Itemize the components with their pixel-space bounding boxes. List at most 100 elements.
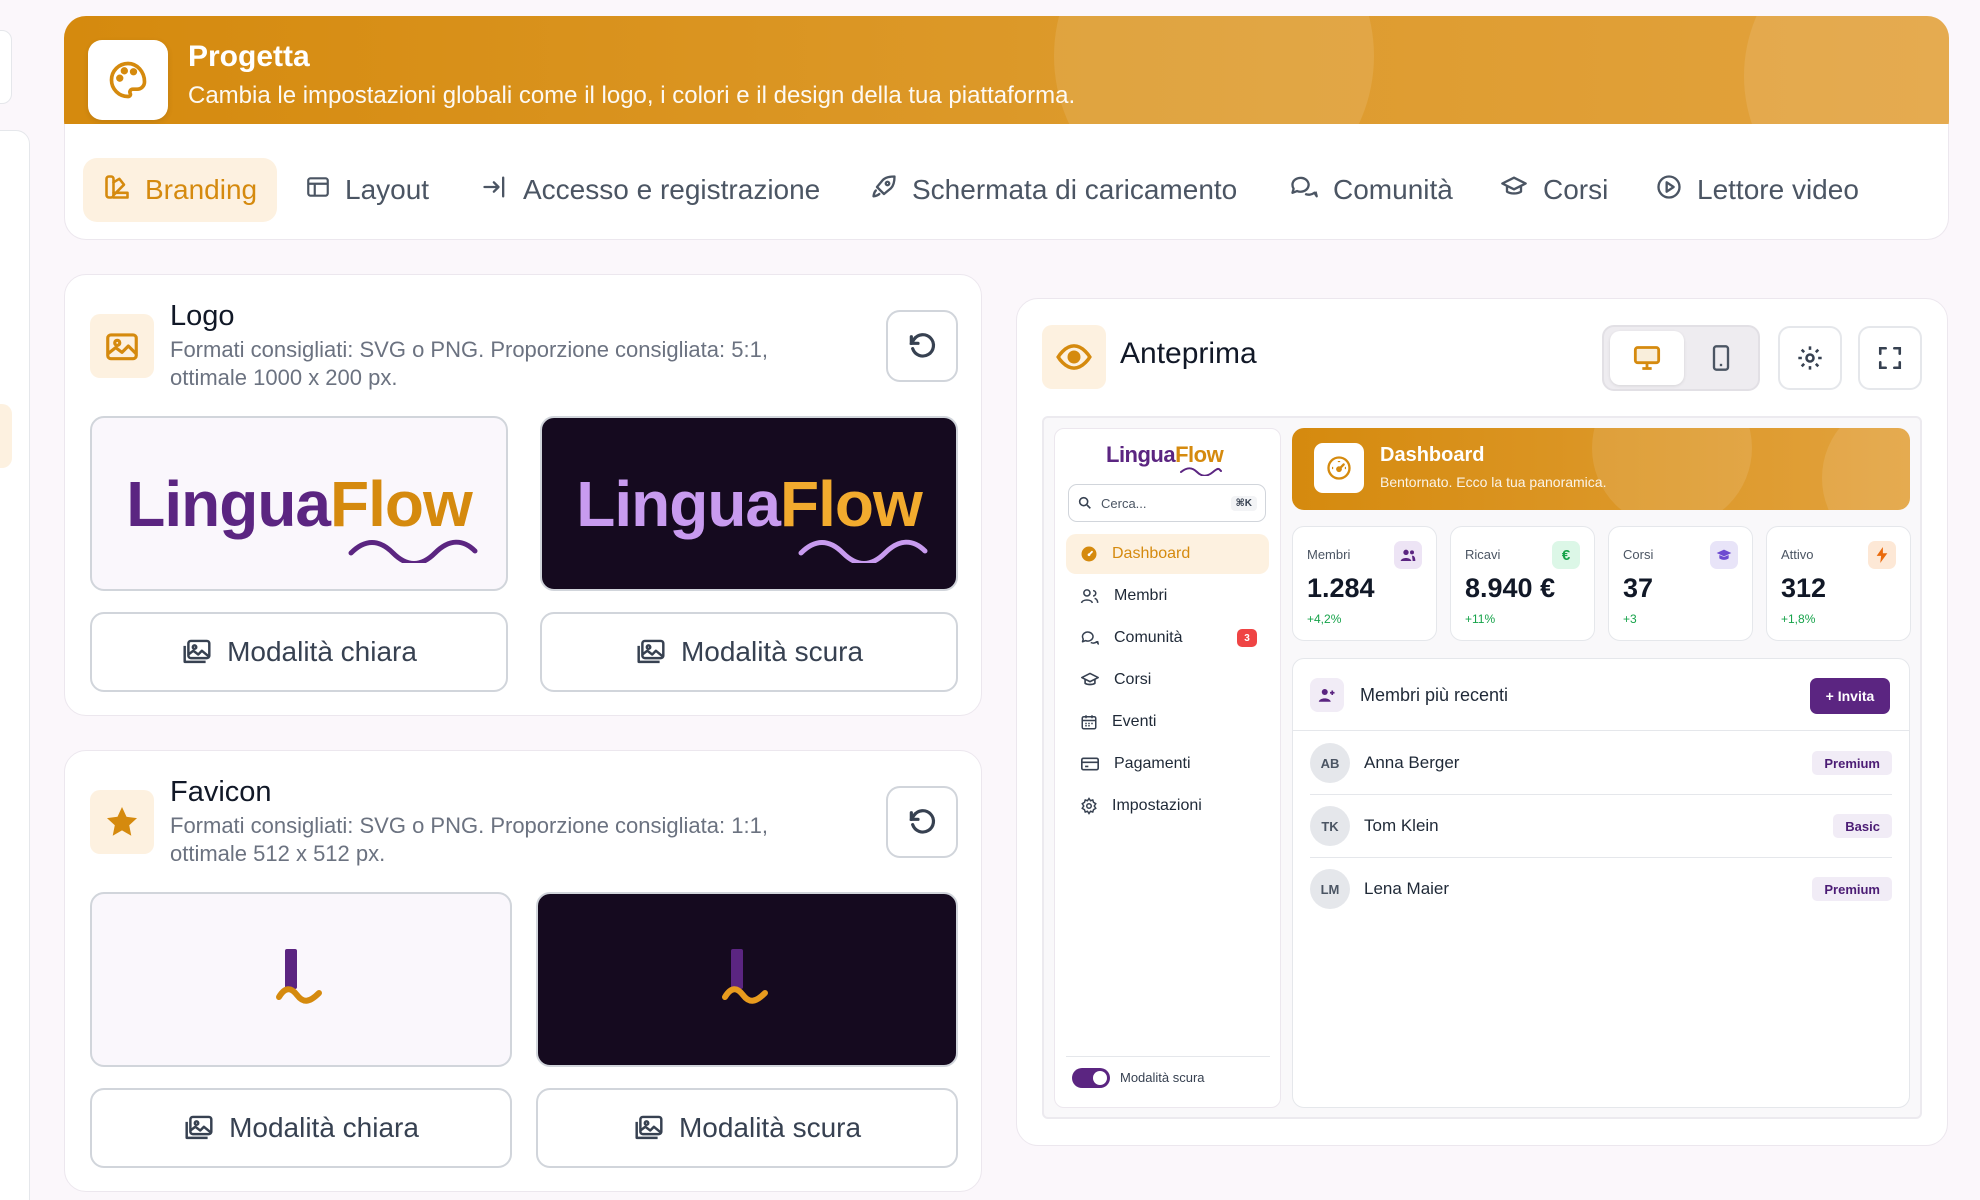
brush-icon <box>103 173 131 208</box>
stat-delta: +3 <box>1623 612 1637 626</box>
stat-delta: +4,2% <box>1307 612 1342 626</box>
user-plus-icon <box>1310 678 1344 712</box>
edge-panel <box>0 30 12 104</box>
button-label: Modalità chiara <box>229 1112 419 1143</box>
favicon-preview-dark[interactable] <box>536 892 958 1067</box>
chat-icon <box>1081 631 1099 645</box>
stat-label: Membri <box>1307 547 1351 562</box>
brand-flow: Flow <box>1175 442 1224 467</box>
stat-delta: +1,8% <box>1781 612 1816 626</box>
wordmark-flow: Flow <box>330 467 473 540</box>
nav-label: Eventi <box>1112 713 1157 730</box>
member-row[interactable]: AB Anna Berger Premium <box>1310 736 1892 790</box>
logo-preview-dark[interactable]: LinguaFlow <box>540 416 958 591</box>
mobile-view-button[interactable] <box>1688 331 1754 385</box>
stat-label: Attivo <box>1781 547 1814 562</box>
favicon-light-upload-button[interactable]: Modalità chiara <box>90 1088 512 1168</box>
preview-settings-button[interactable] <box>1778 326 1842 390</box>
image-icon <box>90 314 154 378</box>
stat-card-corsi: Corsi 37 +3 <box>1608 526 1753 641</box>
search-icon <box>1078 496 1091 509</box>
image-icon <box>183 639 211 664</box>
subtitle-line: Formati consigliati: SVG o PNG. Proporzi… <box>170 813 768 838</box>
chat-bubbles-icon <box>1289 173 1319 208</box>
logo-light-upload-button[interactable]: Modalità chiara <box>90 612 508 692</box>
edge-sidebar <box>0 130 30 1200</box>
favicon-title: Favicon <box>170 776 272 808</box>
plan-badge: Basic <box>1833 814 1892 838</box>
logo-reset-button[interactable] <box>886 310 958 382</box>
plan-badge: Premium <box>1812 877 1892 901</box>
gauge-icon <box>1081 546 1097 562</box>
tab-branding[interactable]: Branding <box>83 158 278 222</box>
tab-label: Branding <box>145 174 258 205</box>
tab-label: Corsi <box>1543 174 1609 205</box>
dashboard-title: Dashboard <box>1380 444 1485 466</box>
app-nav-pagamenti[interactable]: Pagamenti <box>1066 744 1269 784</box>
plan-badge: Premium <box>1812 751 1892 775</box>
app-search-input[interactable]: Cerca... ⌘K <box>1068 484 1266 522</box>
stat-card-membri: Membri 1.284 +4,2% <box>1292 526 1437 641</box>
member-name: Lena Maier <box>1364 879 1450 898</box>
tab-layout[interactable]: Layout <box>285 158 449 222</box>
favicon-reset-button[interactable] <box>886 786 958 858</box>
app-nav-membri[interactable]: Membri <box>1066 576 1269 616</box>
app-nav-eventi[interactable]: Eventi <box>1066 702 1269 742</box>
app-nav-impostazioni[interactable]: Impostazioni <box>1066 786 1269 826</box>
stat-delta: +11% <box>1465 612 1496 626</box>
star-icon <box>90 790 154 854</box>
tab-comunita[interactable]: Comunità <box>1269 158 1473 222</box>
reset-icon <box>909 333 936 358</box>
stat-value: 37 <box>1623 573 1654 603</box>
avatar: LM <box>1310 869 1350 909</box>
favicon-mark <box>276 948 322 1004</box>
favicon-dark-upload-button[interactable]: Modalità scura <box>536 1088 958 1168</box>
divider <box>1310 794 1892 795</box>
graduation-cap-icon <box>1710 541 1738 569</box>
tabs-bar: Branding Layout Accesso e registrazione … <box>64 124 1949 240</box>
logo-subtitle: Formati consigliati: SVG o PNG. Proporzi… <box>170 336 768 392</box>
wave-underline <box>798 539 928 563</box>
invite-button[interactable]: + Invita <box>1810 678 1890 714</box>
wave-underline <box>1180 467 1223 476</box>
nav-label: Membri <box>1114 587 1168 604</box>
tab-accesso[interactable]: Accesso e registrazione <box>461 158 840 222</box>
app-nav-dashboard[interactable]: Dashboard <box>1066 534 1269 574</box>
member-row[interactable]: TK Tom Klein Basic <box>1310 799 1892 853</box>
tab-caricamento[interactable]: Schermata di caricamento <box>850 158 1257 222</box>
image-icon <box>635 1115 663 1140</box>
users-icon <box>1394 541 1422 569</box>
settings-icon <box>1081 797 1097 815</box>
page-subtitle: Cambia le impostazioni globali come il l… <box>188 82 1076 109</box>
nav-label: Dashboard <box>1112 545 1191 562</box>
subtitle-line: ottimale 1000 x 200 px. <box>170 365 398 390</box>
app-nav-corsi[interactable]: Corsi <box>1066 660 1269 700</box>
fullscreen-button[interactable] <box>1858 326 1922 390</box>
euro-icon: € <box>1552 541 1580 569</box>
tab-lettore-video[interactable]: Lettore video <box>1635 158 1879 222</box>
favicon-preview-light[interactable] <box>90 892 512 1067</box>
button-label: Modalità chiara <box>227 636 417 667</box>
image-icon <box>637 639 665 664</box>
play-circle-icon <box>1655 173 1683 208</box>
calendar-icon <box>1081 715 1097 730</box>
desktop-view-button[interactable] <box>1610 331 1684 385</box>
tab-label: Comunità <box>1333 174 1453 205</box>
logo-preview-light[interactable]: LinguaFlow <box>90 416 508 591</box>
nav-label: Impostazioni <box>1112 797 1202 814</box>
wordmark-lingua: Lingua <box>126 467 331 540</box>
logo-dark-upload-button[interactable]: Modalità scura <box>540 612 958 692</box>
wordmark-flow: Flow <box>780 467 923 540</box>
logo-title: Logo <box>170 300 235 332</box>
page-title: Progetta <box>188 40 310 73</box>
app-nav-comunita[interactable]: Comunità 3 <box>1066 618 1269 658</box>
tab-corsi[interactable]: Corsi <box>1479 158 1628 222</box>
dark-mode-toggle[interactable] <box>1072 1068 1110 1088</box>
member-name: Anna Berger <box>1364 753 1460 772</box>
member-row[interactable]: LM Lena Maier Premium <box>1310 862 1892 916</box>
gear-icon <box>1798 346 1822 370</box>
brand-lingua: Lingua <box>1106 442 1176 467</box>
nav-label: Comunità <box>1114 629 1183 646</box>
layout-icon <box>305 174 331 207</box>
dark-mode-label: Modalità scura <box>1120 1070 1205 1085</box>
